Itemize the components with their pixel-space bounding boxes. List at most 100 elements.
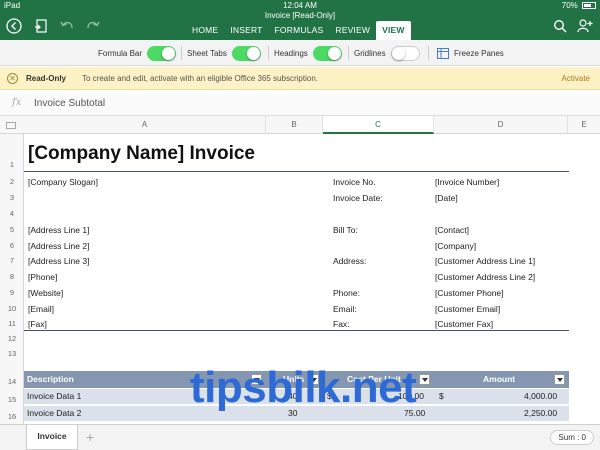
close-icon[interactable]: ✕ <box>7 73 18 84</box>
row-description[interactable]: Invoice Data 2 <box>27 408 81 418</box>
row-amount[interactable]: 4,000.00 <box>524 391 557 401</box>
customer-email[interactable]: [Customer Email] <box>435 303 500 315</box>
company-slogan[interactable]: [Company Slogan] <box>28 176 98 188</box>
tab-review[interactable]: REVIEW <box>329 21 376 40</box>
formula-input[interactable]: Invoice Subtotal <box>34 98 105 109</box>
phone[interactable]: [Phone] <box>28 271 57 283</box>
row-header[interactable]: 5 <box>0 225 23 234</box>
row-header[interactable]: 9 <box>0 288 23 297</box>
row-header[interactable]: 2 <box>0 177 23 186</box>
redo-icon[interactable] <box>84 17 102 35</box>
search-icon[interactable] <box>551 17 569 35</box>
headings-toggle[interactable] <box>312 45 342 61</box>
sheet-tab-invoice[interactable]: Invoice <box>26 425 78 450</box>
document-icon[interactable] <box>32 17 50 35</box>
row-header[interactable]: 3 <box>0 193 23 202</box>
column-header-c[interactable]: C <box>323 116 434 134</box>
row-header[interactable]: 12 <box>0 334 23 343</box>
toggle-knob <box>246 46 260 60</box>
customer-phone[interactable]: [Customer Phone] <box>435 287 504 299</box>
address-line-2[interactable]: [Address Line 2] <box>28 240 89 252</box>
title-rule <box>24 171 569 172</box>
gridlines-toggle[interactable] <box>390 45 420 61</box>
customer-fax[interactable]: [Customer Fax] <box>435 318 493 330</box>
row-header[interactable]: 11 <box>0 319 23 328</box>
add-sheet-icon[interactable]: + <box>86 429 94 445</box>
company[interactable]: [Company] <box>435 240 476 252</box>
back-circle-icon[interactable] <box>5 17 23 35</box>
fax[interactable]: [Fax] <box>28 318 47 330</box>
row-header[interactable]: 15 <box>0 395 23 404</box>
row-header[interactable]: 16 <box>0 412 23 421</box>
freeze-panes-label: Freeze Panes <box>454 48 504 58</box>
row-amount-symbol: $ <box>439 391 444 401</box>
row-header[interactable]: 1 <box>0 160 23 169</box>
email-label[interactable]: Email: <box>333 303 357 315</box>
customer-address-2[interactable]: [Customer Address Line 2] <box>435 271 535 283</box>
add-person-icon[interactable] <box>576 17 594 35</box>
status-bar: iPad 12:04 AM 70% <box>0 0 600 11</box>
divider <box>181 46 182 60</box>
headings-option: Headings <box>274 45 342 61</box>
details-rule <box>24 330 569 331</box>
battery-percent: 70% <box>561 1 578 10</box>
filter-dropdown-icon[interactable] <box>419 374 430 385</box>
phone-label[interactable]: Phone: <box>333 287 360 299</box>
formula-bar[interactable]: fx Invoice Subtotal <box>0 93 600 116</box>
undo-icon[interactable] <box>58 17 76 35</box>
sheet-tabs-toggle[interactable] <box>231 45 261 61</box>
tab-home[interactable]: HOME <box>186 21 224 40</box>
bill-to-label[interactable]: Bill To: <box>333 224 358 236</box>
ribbon-tabs: HOME INSERT FORMULAS REVIEW VIEW <box>186 21 411 40</box>
amount-header[interactable]: Amount <box>483 374 515 384</box>
column-headers: A B C D E <box>0 116 600 134</box>
invoice-no-label[interactable]: Invoice No. <box>333 176 376 188</box>
formula-bar-label: Formula Bar <box>98 48 143 58</box>
contact[interactable]: [Contact] <box>435 224 469 236</box>
row-header[interactable]: 6 <box>0 241 23 250</box>
website[interactable]: [Website] <box>28 287 63 299</box>
invoice-title[interactable]: [Company Name] Invoice <box>28 143 255 165</box>
row-header[interactable]: 4 <box>0 209 23 218</box>
tab-view[interactable]: VIEW <box>376 21 411 40</box>
column-header-e[interactable]: E <box>568 116 600 134</box>
app-header: iPad 12:04 AM 70% Invoice [Read-Only] HO… <box>0 0 600 40</box>
address-label[interactable]: Address: <box>333 255 367 267</box>
sheet-tabs-label: Sheet Tabs <box>187 48 227 58</box>
email[interactable]: [Email] <box>28 303 54 315</box>
column-header-a[interactable]: A <box>24 116 266 134</box>
row-amount[interactable]: 2,250.00 <box>524 408 557 418</box>
customer-address-1[interactable]: [Customer Address Line 1] <box>435 255 535 267</box>
banner-message: To create and edit, activate with an eli… <box>82 74 318 83</box>
tab-formulas[interactable]: FORMULAS <box>269 21 330 40</box>
column-header-d[interactable]: D <box>434 116 568 134</box>
address-line-1[interactable]: [Address Line 1] <box>28 224 89 236</box>
row-header[interactable]: 7 <box>0 256 23 265</box>
select-all-icon[interactable] <box>6 122 16 129</box>
description-header[interactable]: Description <box>27 374 74 384</box>
freeze-panes-button[interactable]: Freeze Panes <box>437 45 509 61</box>
invoice-number[interactable]: [Invoice Number] <box>435 176 499 188</box>
battery-icon <box>582 2 596 10</box>
toggle-knob <box>391 46 405 60</box>
sheet-tab-bar: Invoice + Sum : 0 <box>0 424 600 450</box>
banner-title: Read-Only <box>26 74 67 83</box>
gridlines-option: Gridlines <box>354 45 420 61</box>
row-header[interactable]: 8 <box>0 272 23 281</box>
function-icon[interactable]: fx <box>12 97 21 108</box>
row-header[interactable]: 13 <box>0 349 23 358</box>
sum-indicator[interactable]: Sum : 0 <box>550 430 594 445</box>
formula-bar-toggle[interactable] <box>147 45 177 61</box>
invoice-date[interactable]: [Date] <box>435 192 458 204</box>
invoice-date-label[interactable]: Invoice Date: <box>333 192 383 204</box>
filter-dropdown-icon[interactable] <box>554 374 565 385</box>
address-line-3[interactable]: [Address Line 3] <box>28 255 89 267</box>
fax-label[interactable]: Fax: <box>333 318 350 330</box>
row-header[interactable]: 10 <box>0 304 23 313</box>
tab-insert[interactable]: INSERT <box>224 21 268 40</box>
gridlines-label: Gridlines <box>354 48 386 58</box>
row-header[interactable]: 14 <box>0 377 23 386</box>
activate-link[interactable]: Activate <box>562 67 590 90</box>
row-description[interactable]: Invoice Data 1 <box>27 391 81 401</box>
column-header-b[interactable]: B <box>266 116 323 134</box>
